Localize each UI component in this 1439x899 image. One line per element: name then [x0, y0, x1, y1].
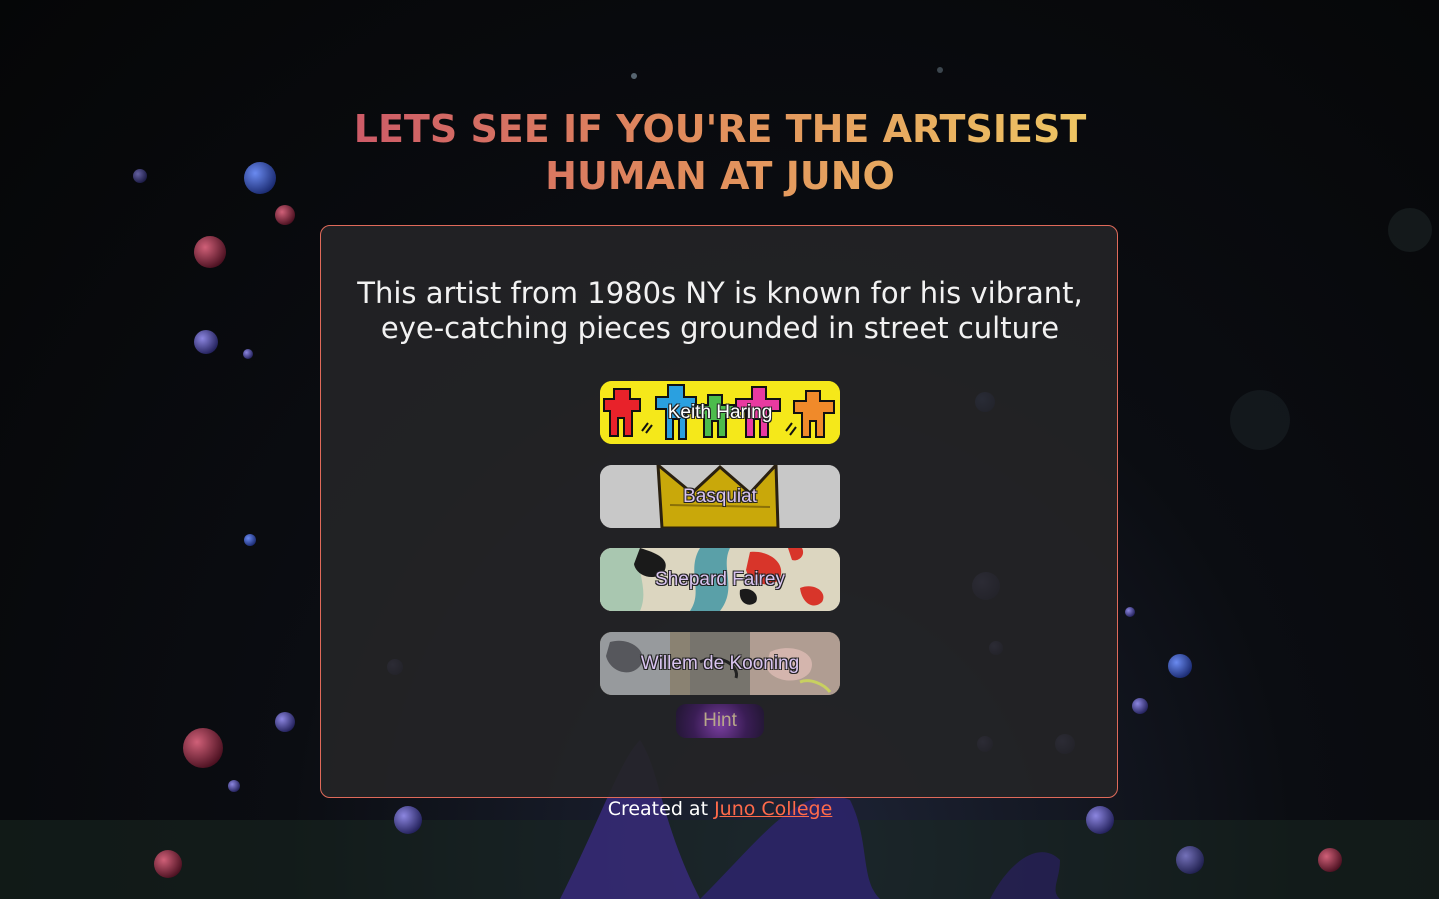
footer-prefix: Created at [607, 798, 715, 820]
answer-label: Basquiat [683, 485, 757, 507]
answer-label: Shepard Fairey [655, 568, 785, 590]
juno-college-link[interactable]: Juno College [714, 798, 832, 820]
answer-button-keith-haring[interactable]: Keith Haring [600, 381, 840, 444]
question-text: This artist from 1980s NY is known for h… [357, 276, 1083, 345]
answer-button-willem-de-kooning[interactable]: Willem de Kooning [600, 632, 840, 695]
answer-label: Keith Haring [667, 401, 773, 423]
question-card: This artist from 1980s NY is known for h… [320, 225, 1118, 798]
hint-label: Hint [703, 710, 737, 731]
footer: Created at Juno College [420, 798, 1020, 820]
answer-button-basquiat[interactable]: Basquiat [600, 465, 840, 528]
answer-button-shepard-fairey[interactable]: Shepard Fairey [600, 548, 840, 611]
answer-label: Willem de Kooning [640, 652, 800, 674]
hint-button[interactable]: Hint [676, 704, 764, 738]
page-title: LETS SEE IF YOU'RE THE ARTSIEST HUMAN AT… [280, 106, 1160, 200]
